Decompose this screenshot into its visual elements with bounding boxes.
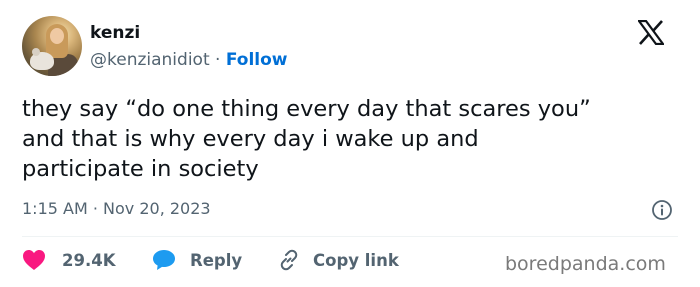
watermark: boredpanda.com [505,253,666,275]
reply-label: Reply [190,250,243,270]
link-icon [280,249,298,271]
author-handle[interactable]: @kenzianidiot [90,50,210,70]
tweet-line: they say “do one thing every day that sc… [22,96,591,122]
reply-button[interactable]: Reply [152,248,242,272]
copy-link-label: Copy link [313,250,399,270]
reply-bubble-icon [153,250,175,270]
x-logo-icon[interactable] [638,20,664,45]
avatar-dog-ear [32,48,40,56]
follow-button[interactable]: Follow [226,50,288,70]
tweet-text: they say “do one thing every day that sc… [22,94,687,184]
copy-link-button[interactable]: Copy link [278,248,399,272]
like-count: 29.4K [62,250,116,270]
separator-dot: · [209,50,226,70]
avatar-face [50,28,64,44]
tweet-line: and that is why every day i wake up and [22,126,479,152]
info-icon[interactable] [651,199,673,221]
heart-icon [23,250,45,270]
divider [22,236,678,237]
author-name[interactable]: kenzi [90,23,140,43]
avatar[interactable] [22,16,82,76]
author-handle-row: @kenzianidiot · Follow [90,49,288,71]
tweet-timestamp[interactable]: 1:15 AM · Nov 20, 2023 [22,199,211,219]
tweet-line: participate in society [22,156,259,182]
like-button[interactable]: 29.4K [22,248,116,272]
